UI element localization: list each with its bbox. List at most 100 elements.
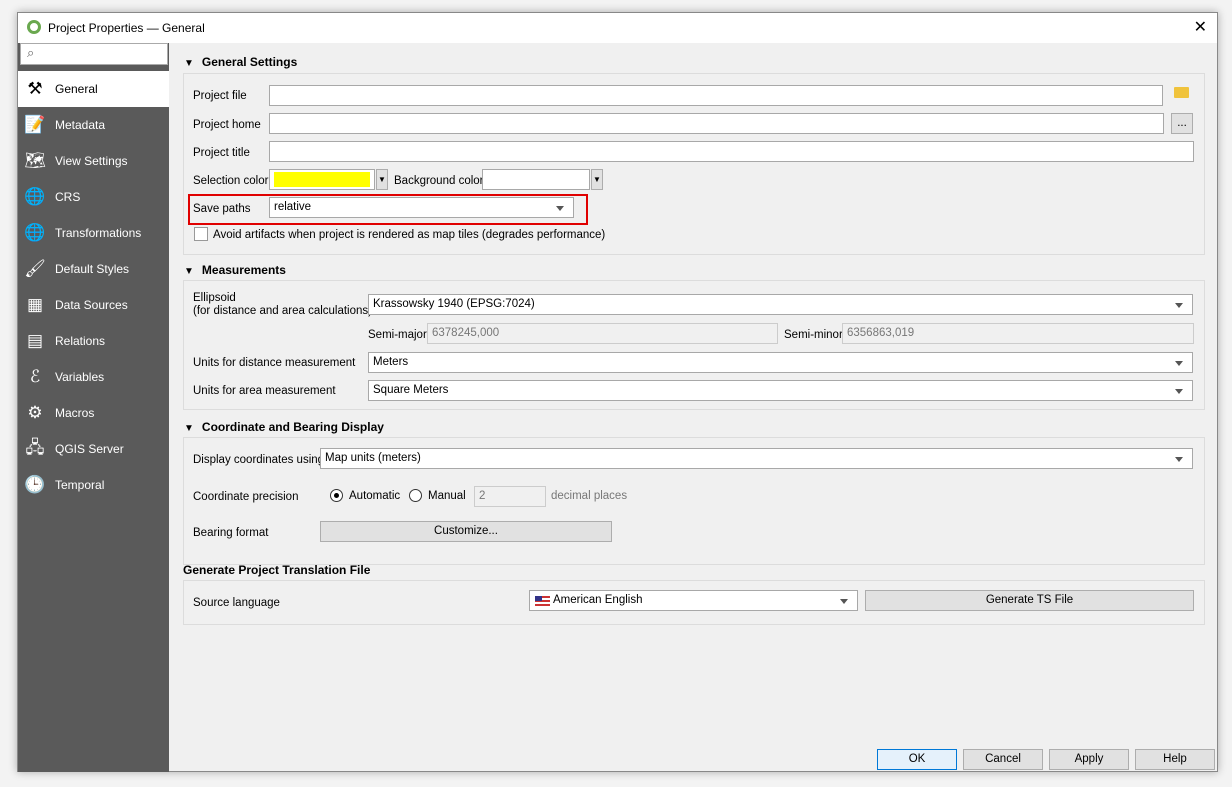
sidebar-item-label: QGIS Server: [55, 442, 124, 456]
sidebar-item-label: Macros: [55, 406, 95, 420]
ellipsoid-select[interactable]: Krassowsky 1940 (EPSG:7024): [368, 294, 1193, 315]
general-settings-header[interactable]: ▼ General Settings: [184, 55, 297, 69]
semi-minor-label: Semi-minor: [784, 329, 843, 341]
sidebar: ⌕ ⚒ General 📝 Metadata 🗺 View Settings 🌐 CRS 🌐 Tr…: [18, 43, 169, 772]
globe-icon: 🌐: [24, 187, 46, 206]
sidebar-item-label: Variables: [55, 370, 105, 384]
coordinate-display-header[interactable]: ▼ Coordinate and Bearing Display: [184, 420, 384, 434]
help-button[interactable]: Help: [1135, 749, 1215, 770]
folder-icon[interactable]: [1174, 87, 1189, 98]
sidebar-item-transformations[interactable]: 🌐 Transformations: [18, 215, 169, 251]
search-input[interactable]: ⌕: [20, 43, 168, 65]
area-units-select[interactable]: Square Meters: [368, 380, 1193, 401]
sidebar-item-label: Relations: [55, 334, 106, 348]
decimal-places-spinbox[interactable]: 2: [474, 486, 546, 507]
metadata-icon: 📝: [24, 115, 46, 134]
selection-color-dropdown[interactable]: ▼: [376, 169, 388, 190]
selection-color-label: Selection color: [193, 175, 269, 187]
translation-header: Generate Project Translation File: [183, 563, 371, 577]
display-coordinates-label: Display coordinates using: [193, 454, 325, 466]
project-title-label: Project title: [193, 147, 250, 159]
sidebar-item-label: Data Sources: [55, 298, 128, 312]
variables-icon: ℰ: [29, 367, 41, 386]
sidebar-item-crs[interactable]: 🌐 CRS: [18, 179, 169, 215]
save-paths-label: Save paths: [193, 203, 251, 215]
project-file-label: Project file: [193, 90, 247, 102]
section-title: Measurements: [201, 263, 286, 277]
qgis-logo-icon: [27, 20, 41, 34]
sidebar-item-metadata[interactable]: 📝 Metadata: [18, 107, 169, 143]
area-units-label: Units for area measurement: [193, 385, 336, 397]
ellipsoid-label: Ellipsoid: [193, 292, 236, 304]
us-flag-icon: [535, 596, 550, 606]
semi-minor-input[interactable]: 6356863,019: [842, 323, 1194, 344]
close-icon[interactable]: ✕: [1194, 17, 1207, 37]
project-properties-dialog: Project Properties — General ✕ ⌕ ⚒ Genera…: [17, 12, 1218, 772]
bearing-format-label: Bearing format: [193, 527, 269, 539]
source-language-label: Source language: [193, 597, 280, 609]
relations-icon: ▤: [26, 331, 44, 350]
sidebar-item-view-settings[interactable]: 🗺 View Settings: [18, 143, 169, 179]
distance-units-select[interactable]: Meters: [368, 352, 1193, 373]
project-home-input[interactable]: [269, 113, 1164, 134]
sidebar-item-variables[interactable]: ℰ Variables: [18, 359, 169, 395]
sidebar-item-temporal[interactable]: 🕒 Temporal: [18, 467, 169, 503]
transform-icon: 🌐: [24, 223, 46, 242]
ellipsoid-sublabel: (for distance and area calculations): [193, 305, 372, 317]
avoid-artifacts-label: Avoid artifacts when project is rendered…: [213, 229, 606, 241]
sidebar-item-label: View Settings: [55, 154, 128, 168]
background-color-label: Background color: [394, 175, 484, 187]
semi-major-label: Semi-major: [368, 329, 427, 341]
sidebar-item-label: CRS: [55, 190, 81, 204]
section-title: General Settings: [201, 55, 298, 69]
search-icon: ⌕: [27, 45, 35, 60]
ok-button[interactable]: OK: [877, 749, 957, 770]
sidebar-item-macros[interactable]: ⚙ Macros: [18, 395, 169, 431]
sidebar-item-label: Temporal: [55, 478, 105, 492]
macros-icon: ⚙: [27, 403, 43, 422]
project-file-input[interactable]: [269, 85, 1163, 106]
distance-units-label: Units for distance measurement: [193, 357, 356, 369]
sidebar-item-qgis-server[interactable]: 🖧 QGIS Server: [18, 431, 169, 467]
brush-icon: 🖌: [24, 259, 46, 278]
automatic-label: Automatic: [349, 490, 401, 502]
measurements-header[interactable]: ▼ Measurements: [184, 263, 286, 277]
sidebar-item-label: General: [55, 82, 98, 96]
sidebar-item-label: Default Styles: [55, 262, 130, 276]
avoid-artifacts-checkbox[interactable]: [194, 227, 208, 241]
sidebar-item-default-styles[interactable]: 🖌 Default Styles: [18, 251, 169, 287]
language-value: American English: [553, 594, 643, 606]
clock-icon: 🕒: [24, 475, 46, 494]
coordinate-precision-label: Coordinate precision: [193, 491, 299, 503]
customize-button[interactable]: Customize...: [320, 521, 612, 542]
decimal-places-label: decimal places: [551, 490, 628, 502]
table-icon: ▦: [26, 295, 44, 314]
project-title-input[interactable]: [269, 141, 1194, 162]
semi-major-input[interactable]: 6378245,000: [427, 323, 778, 344]
view-settings-icon: 🗺: [24, 151, 46, 170]
section-title: Coordinate and Bearing Display: [201, 420, 384, 434]
sidebar-item-relations[interactable]: ▤ Relations: [18, 323, 169, 359]
window-title: Project Properties — General: [48, 21, 205, 35]
apply-button[interactable]: Apply: [1049, 749, 1129, 770]
sidebar-item-general[interactable]: ⚒ General: [18, 71, 169, 107]
cancel-button[interactable]: Cancel: [963, 749, 1043, 770]
project-home-label: Project home: [193, 119, 261, 131]
display-coordinates-select[interactable]: Map units (meters): [320, 448, 1193, 469]
background-color-button[interactable]: [482, 169, 590, 190]
manual-label: Manual: [428, 490, 466, 502]
save-paths-select[interactable]: relative: [269, 197, 574, 218]
source-language-select[interactable]: American English: [529, 590, 858, 611]
automatic-radio[interactable]: [330, 489, 343, 502]
background-color-dropdown[interactable]: ▼: [591, 169, 603, 190]
browse-button[interactable]: ...: [1171, 113, 1193, 134]
sidebar-item-data-sources[interactable]: ▦ Data Sources: [18, 287, 169, 323]
sidebar-item-label: Metadata: [55, 118, 106, 132]
manual-radio[interactable]: [409, 489, 422, 502]
server-icon: 🖧: [25, 437, 45, 457]
generate-ts-button[interactable]: Generate TS File: [865, 590, 1194, 611]
tools-icon: ⚒: [27, 79, 43, 98]
sidebar-item-label: Transformations: [55, 226, 142, 240]
title-bar: Project Properties — General ✕: [18, 13, 1217, 43]
selection-color-button[interactable]: [269, 169, 375, 190]
